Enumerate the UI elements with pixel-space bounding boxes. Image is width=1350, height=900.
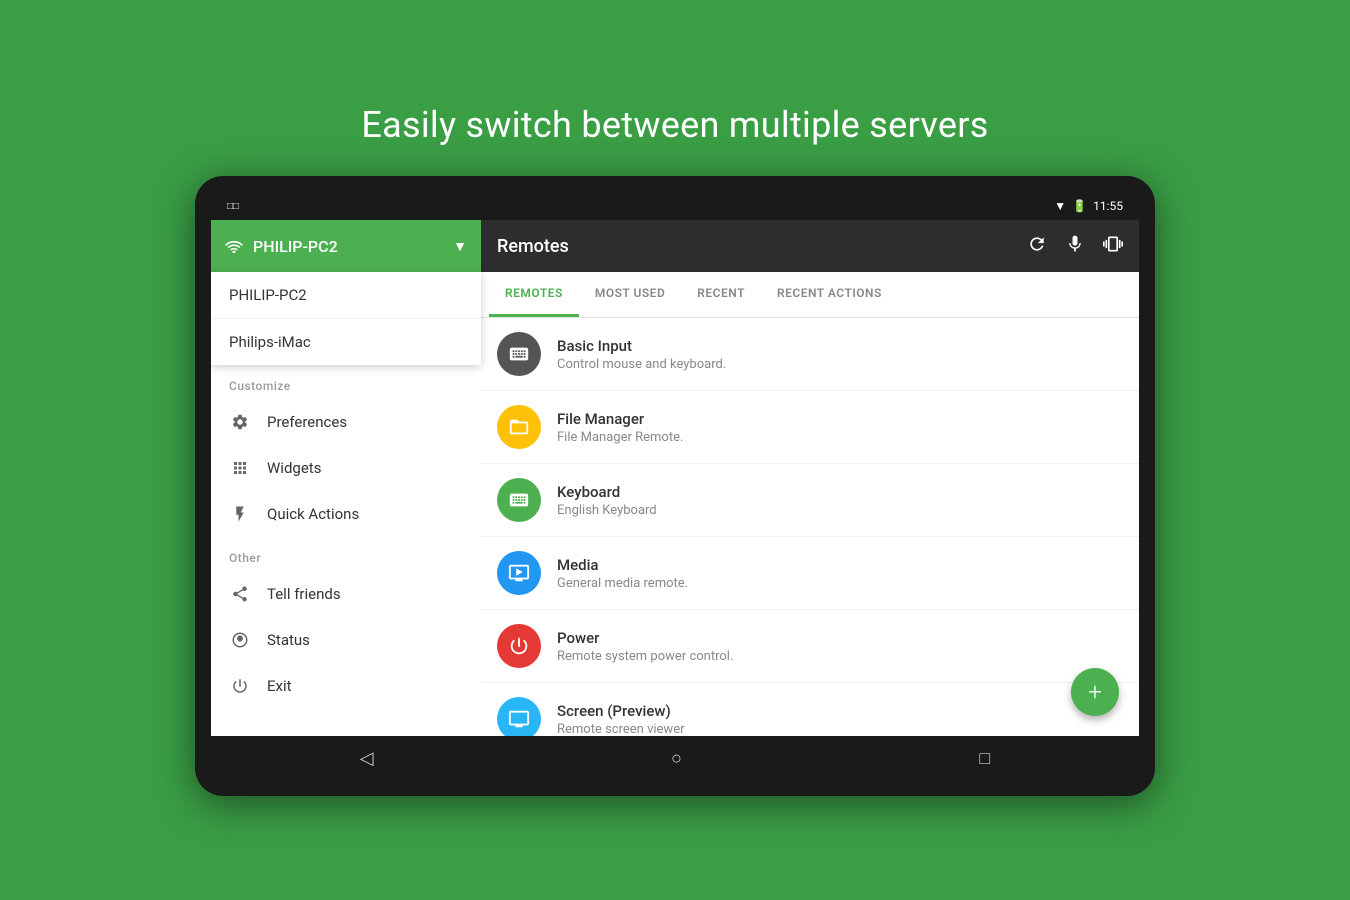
tell-friends-menu-item[interactable]: Tell friends [211, 571, 481, 617]
sidebar-header[interactable]: PHILIP-PC2 ▼ [211, 220, 481, 272]
basic-input-icon [497, 332, 541, 376]
tab-recent-actions[interactable]: RECENT ACTIONS [761, 272, 898, 317]
quick-actions-label: Quick Actions [267, 505, 359, 523]
media-desc: General media remote. [557, 576, 688, 591]
vibrate-icon[interactable] [1103, 234, 1123, 259]
tabs-bar: REMOTES MOST USED RECENT RECENT ACTIONS [481, 272, 1139, 318]
sidebar: PHILIP-PC2 ▼ PHILIP-PC2 Philips-iMac Cus… [211, 220, 481, 736]
back-button[interactable]: ◁ [360, 748, 374, 769]
preferences-label: Preferences [267, 413, 347, 431]
server-dropdown: PHILIP-PC2 Philips-iMac [211, 272, 481, 365]
screen-preview-name: Screen (Preview) [557, 702, 685, 720]
wifi-status-icon: ▼ [1054, 199, 1066, 213]
file-manager-icon [497, 405, 541, 449]
quick-actions-icon [229, 503, 251, 525]
keyboard-name: Keyboard [557, 483, 657, 501]
add-remote-fab[interactable]: + [1071, 668, 1119, 716]
preferences-menu-item[interactable]: Preferences [211, 399, 481, 445]
time-display: 11:55 [1093, 199, 1123, 213]
toolbar-title: Remotes [497, 236, 569, 257]
headline: Easily switch between multiple servers [361, 104, 988, 146]
exit-menu-item[interactable]: Exit [211, 663, 481, 709]
remote-item-media[interactable]: Media General media remote. [481, 537, 1139, 610]
widgets-label: Widgets [267, 459, 321, 477]
tab-most-used[interactable]: MOST USED [579, 272, 681, 317]
current-server-name: PHILIP-PC2 [253, 237, 338, 256]
customize-label: Customize [211, 365, 481, 399]
power-name: Power [557, 629, 733, 647]
media-icon [497, 551, 541, 595]
tab-remotes[interactable]: REMOTES [489, 272, 579, 317]
preferences-icon [229, 411, 251, 433]
battery-icon: 🔋 [1072, 199, 1087, 213]
remote-item-screen-preview[interactable]: Screen (Preview) Remote screen viewer [481, 683, 1139, 736]
share-icon [229, 583, 251, 605]
exit-label: Exit [267, 677, 292, 695]
widgets-menu-item[interactable]: Widgets [211, 445, 481, 491]
tell-friends-label: Tell friends [267, 585, 341, 603]
status-menu-item[interactable]: Status [211, 617, 481, 663]
other-label: Other [211, 537, 481, 571]
status-bar: □□ ▼ 🔋 11:55 [211, 192, 1139, 220]
home-button[interactable]: ○ [671, 748, 682, 769]
media-name: Media [557, 556, 688, 574]
basic-input-name: Basic Input [557, 337, 726, 355]
dropdown-arrow-icon[interactable]: ▼ [453, 238, 467, 255]
recent-button[interactable]: □ [979, 748, 990, 769]
widgets-icon [229, 457, 251, 479]
screen-preview-icon [497, 697, 541, 736]
main-content: Remotes REMOTES [481, 220, 1139, 736]
toolbar: Remotes [481, 220, 1139, 272]
remote-item-basic-input[interactable]: Basic Input Control mouse and keyboard. [481, 318, 1139, 391]
status-label: Status [267, 631, 310, 649]
remote-item-file-manager[interactable]: File Manager File Manager Remote. [481, 391, 1139, 464]
wifi-icon [225, 239, 243, 253]
power-desc: Remote system power control. [557, 649, 733, 664]
file-manager-desc: File Manager Remote. [557, 430, 683, 445]
tab-recent[interactable]: RECENT [681, 272, 761, 317]
tablet-frame: □□ ▼ 🔋 11:55 [195, 176, 1155, 796]
server-item-1[interactable]: PHILIP-PC2 [211, 272, 481, 319]
basic-input-desc: Control mouse and keyboard. [557, 357, 726, 372]
remote-item-keyboard[interactable]: Keyboard English Keyboard [481, 464, 1139, 537]
quick-actions-menu-item[interactable]: Quick Actions [211, 491, 481, 537]
refresh-icon[interactable] [1027, 234, 1047, 259]
keyboard-icon [497, 478, 541, 522]
file-manager-name: File Manager [557, 410, 683, 428]
power-icon [497, 624, 541, 668]
exit-icon [229, 675, 251, 697]
remote-item-power[interactable]: Power Remote system power control. [481, 610, 1139, 683]
screen-preview-desc: Remote screen viewer [557, 722, 685, 737]
server-item-2[interactable]: Philips-iMac [211, 319, 481, 365]
status-icon [229, 629, 251, 651]
microphone-icon[interactable] [1065, 234, 1085, 259]
nav-bar: ◁ ○ □ [211, 736, 1139, 780]
remote-list: Basic Input Control mouse and keyboard. … [481, 318, 1139, 736]
keyboard-desc: English Keyboard [557, 503, 657, 518]
